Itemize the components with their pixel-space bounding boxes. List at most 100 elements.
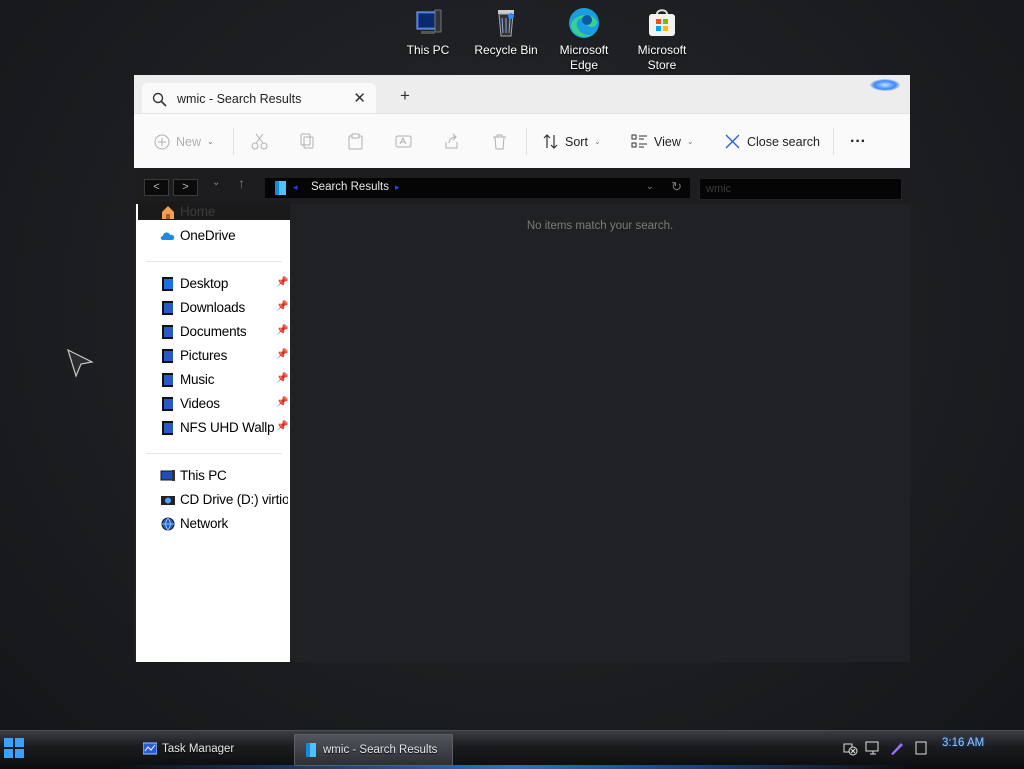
close-search-label: Close search (747, 134, 820, 149)
tab-title: wmic - Search Results (177, 92, 302, 106)
nav-item-music[interactable]: Music 📌 (136, 369, 290, 391)
mouse-cursor-icon (66, 348, 94, 383)
nav-item-label: Network (180, 516, 229, 531)
onedrive-icon (160, 228, 176, 244)
rename-icon (395, 135, 412, 148)
network-disconnected-icon[interactable] (842, 740, 858, 756)
nav-item-network[interactable]: Network (136, 513, 290, 535)
taskbar-glow (110, 765, 914, 769)
desktop-icon-recycle-bin[interactable]: Recycle Bin (471, 6, 541, 58)
sort-button[interactable]: Sort ⌄ (542, 114, 601, 169)
nav-item-nfs-uhd-wallpapers[interactable]: NFS UHD Wallpapers 📌 (136, 417, 290, 439)
search-results-folder-icon (274, 180, 287, 201)
nav-item-downloads[interactable]: Downloads 📌 (136, 297, 290, 319)
taskbar: Task Manager wmic - Search Results 3:16 … (0, 730, 1024, 769)
recent-locations-button[interactable]: ⌄ (212, 177, 220, 188)
view-button-label: View (654, 134, 681, 149)
sort-button-label: Sort (565, 134, 588, 149)
view-button[interactable]: View ⌄ (631, 114, 694, 169)
share-button[interactable] (443, 114, 460, 169)
nav-divider (146, 261, 282, 262)
desktop-icon-store[interactable]: Microsoft Store (627, 6, 697, 73)
title-bar[interactable]: wmic - Search Results ✕ + (134, 75, 910, 115)
recycle-bin-icon (489, 6, 523, 40)
desktop-icon-label: Microsoft Edge (559, 43, 609, 72)
display-icon[interactable] (865, 740, 881, 756)
back-button[interactable]: < (144, 179, 169, 196)
pin-icon: 📌 (276, 325, 289, 336)
search-input[interactable]: wmic (699, 178, 902, 200)
task-manager-icon (143, 742, 157, 755)
sort-icon (543, 134, 558, 149)
clock[interactable]: 3:16 AM (942, 737, 984, 749)
edge-icon (567, 6, 601, 40)
nav-item-label: OneDrive (180, 228, 236, 243)
share-icon (445, 133, 458, 149)
nav-item-documents[interactable]: Documents 📌 (136, 321, 290, 343)
pin-icon: 📌 (276, 301, 289, 312)
nav-item-this-pc[interactable]: This PC (136, 465, 290, 487)
videos-folder-icon (160, 396, 176, 412)
rename-button[interactable] (395, 114, 412, 169)
desktop-icon-label: Recycle Bin (474, 43, 538, 57)
new-button-label: New (176, 134, 202, 149)
view-icon (631, 134, 647, 148)
search-input-value: wmic (706, 183, 732, 195)
nav-item-cd-drive[interactable]: CD Drive (D:) virtio-win (136, 489, 290, 511)
search-icon (152, 92, 167, 112)
start-button[interactable] (4, 738, 24, 758)
nav-item-label: CD Drive (D:) virtio-win (180, 492, 288, 507)
new-button[interactable]: New ⌄ (154, 114, 214, 169)
forward-button[interactable]: > (173, 179, 198, 196)
plus-circle-icon (154, 134, 170, 149)
pin-icon: 📌 (276, 373, 289, 384)
pin-icon: 📌 (276, 421, 289, 432)
documents-folder-icon (160, 324, 176, 340)
desktop-icon-edge[interactable]: Microsoft Edge (549, 6, 619, 73)
tab-wmic-search-results[interactable]: wmic - Search Results ✕ (142, 83, 376, 115)
file-explorer-window[interactable]: wmic - Search Results ✕ + New ⌄ Sort ⌄ V… (134, 75, 910, 662)
breadcrumb-separator-icon: ◂ (293, 182, 298, 192)
taskbar-item-file-explorer[interactable]: wmic - Search Results (294, 734, 453, 766)
address-bar[interactable]: ◂ Search Results ▸ ⌄ ↻ (265, 178, 690, 198)
this-pc-icon (411, 6, 445, 40)
toolbar-divider (833, 128, 834, 155)
chevron-down-icon: ⌄ (593, 137, 601, 146)
more-icon: ··· (850, 132, 866, 150)
nav-item-label: Pictures (180, 348, 228, 363)
nav-item-videos[interactable]: Videos 📌 (136, 393, 290, 415)
copy-icon (300, 133, 314, 149)
breadcrumb-location[interactable]: Search Results (311, 181, 389, 193)
pen-icon[interactable] (889, 740, 905, 756)
store-icon (645, 6, 679, 40)
notification-icon[interactable] (913, 740, 929, 756)
breadcrumb-arrow-icon: ▸ (395, 182, 400, 192)
cut-button[interactable] (251, 114, 268, 169)
refresh-icon[interactable]: ↻ (671, 179, 682, 195)
copy-button[interactable] (299, 114, 316, 169)
new-tab-button[interactable]: + (400, 86, 410, 106)
nav-item-label: Downloads (180, 300, 245, 315)
toolbar-divider (233, 128, 234, 155)
nav-item-pictures[interactable]: Pictures 📌 (136, 345, 290, 367)
nav-item-onedrive[interactable]: OneDrive (136, 225, 290, 247)
nav-item-label: Desktop (180, 276, 229, 291)
desktop-icon-label: Microsoft Store (637, 43, 687, 72)
nav-item-home[interactable]: Home (136, 201, 290, 223)
close-tab-button[interactable]: ✕ (353, 89, 366, 107)
empty-results-message: No items match your search. (526, 220, 674, 232)
taskbar-item-label: wmic - Search Results (323, 744, 438, 756)
up-button[interactable]: ↑ (238, 175, 245, 191)
delete-button[interactable] (491, 114, 508, 169)
taskbar-item-task-manager[interactable]: Task Manager (134, 734, 289, 764)
nav-item-label: NFS UHD Wallpapers (180, 420, 274, 435)
pin-icon: 📌 (276, 349, 289, 360)
file-explorer-icon (306, 743, 316, 757)
close-search-button[interactable]: Close search (724, 114, 820, 169)
address-dropdown-icon[interactable]: ⌄ (646, 181, 654, 192)
nav-item-label: Documents (180, 324, 247, 339)
paste-button[interactable] (347, 114, 364, 169)
nav-item-desktop[interactable]: Desktop 📌 (136, 273, 290, 295)
desktop-icon-this-pc[interactable]: This PC (393, 6, 463, 58)
more-options-button[interactable]: ··· (850, 114, 866, 169)
